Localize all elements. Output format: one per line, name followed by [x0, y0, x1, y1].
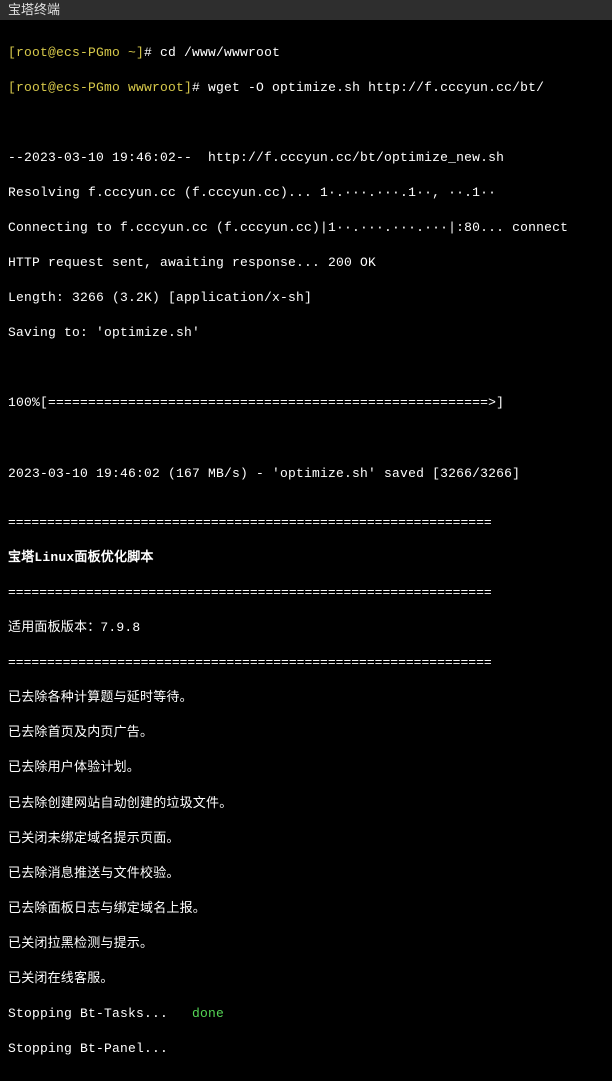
divider-line: ========================================…	[8, 584, 604, 602]
script-step: 已去除各种计算题与延时等待。	[8, 689, 604, 707]
script-step: 已关闭拉黑检测与提示。	[8, 935, 604, 953]
status-done: done	[192, 1006, 224, 1021]
command-cd: cd /www/wwwroot	[160, 45, 280, 60]
prompt-sep: #	[192, 80, 208, 95]
titlebar-label: 宝塔终端	[8, 2, 60, 17]
script-step: 已关闭在线客服。	[8, 970, 604, 988]
output-line	[8, 359, 604, 377]
prompt-sep: #	[144, 45, 160, 60]
prompt-userhost: [root@ecs-PGmo wwwroot]	[8, 80, 192, 95]
script-step: 已去除消息推送与文件校验。	[8, 865, 604, 883]
script-version: 适用面板版本：7.9.8	[8, 619, 604, 637]
divider-line: ========================================…	[8, 654, 604, 672]
wget-length-line: Length: 3266 (3.2K) [application/x-sh]	[8, 289, 604, 307]
script-step: 已去除首页及内页广告。	[8, 724, 604, 742]
wget-timestamp-line: --2023-03-10 19:46:02-- http://f.cccyun.…	[8, 149, 604, 167]
output-line	[8, 114, 604, 132]
script-title: 宝塔Linux面板优化脚本	[8, 549, 604, 567]
wget-connecting-line: Connecting to f.cccyun.cc (f.cccyun.cc)|…	[8, 219, 604, 237]
terminal-titlebar[interactable]: 宝塔终端	[0, 0, 612, 20]
wget-progress-bar: 100%[===================================…	[8, 394, 604, 412]
script-step: 已去除面板日志与绑定域名上报。	[8, 900, 604, 918]
wget-resolving-line: Resolving f.cccyun.cc (f.cccyun.cc)... 1…	[8, 184, 604, 202]
prompt-userhost: [root@ecs-PGmo ~]	[8, 45, 144, 60]
wget-http-line: HTTP request sent, awaiting response... …	[8, 254, 604, 272]
script-step: 已关闭未绑定域名提示页面。	[8, 830, 604, 848]
divider-line: ========================================…	[8, 514, 604, 532]
wget-done-line: 2023-03-10 19:46:02 (167 MB/s) - 'optimi…	[8, 465, 604, 483]
stopping-bt-panel: Stopping Bt-Panel...	[8, 1040, 604, 1058]
wget-saving-line: Saving to: 'optimize.sh'	[8, 324, 604, 342]
command-wget: wget -O optimize.sh http://f.cccyun.cc/b…	[208, 80, 544, 95]
stopping-bt-tasks: Stopping Bt-Tasks...	[8, 1006, 192, 1021]
script-step: 已去除创建网站自动创建的垃圾文件。	[8, 795, 604, 813]
output-line	[8, 430, 604, 448]
terminal-output[interactable]: [root@ecs-PGmo ~]# cd /www/wwwroot [root…	[0, 20, 612, 1081]
script-step: 已去除用户体验计划。	[8, 759, 604, 777]
